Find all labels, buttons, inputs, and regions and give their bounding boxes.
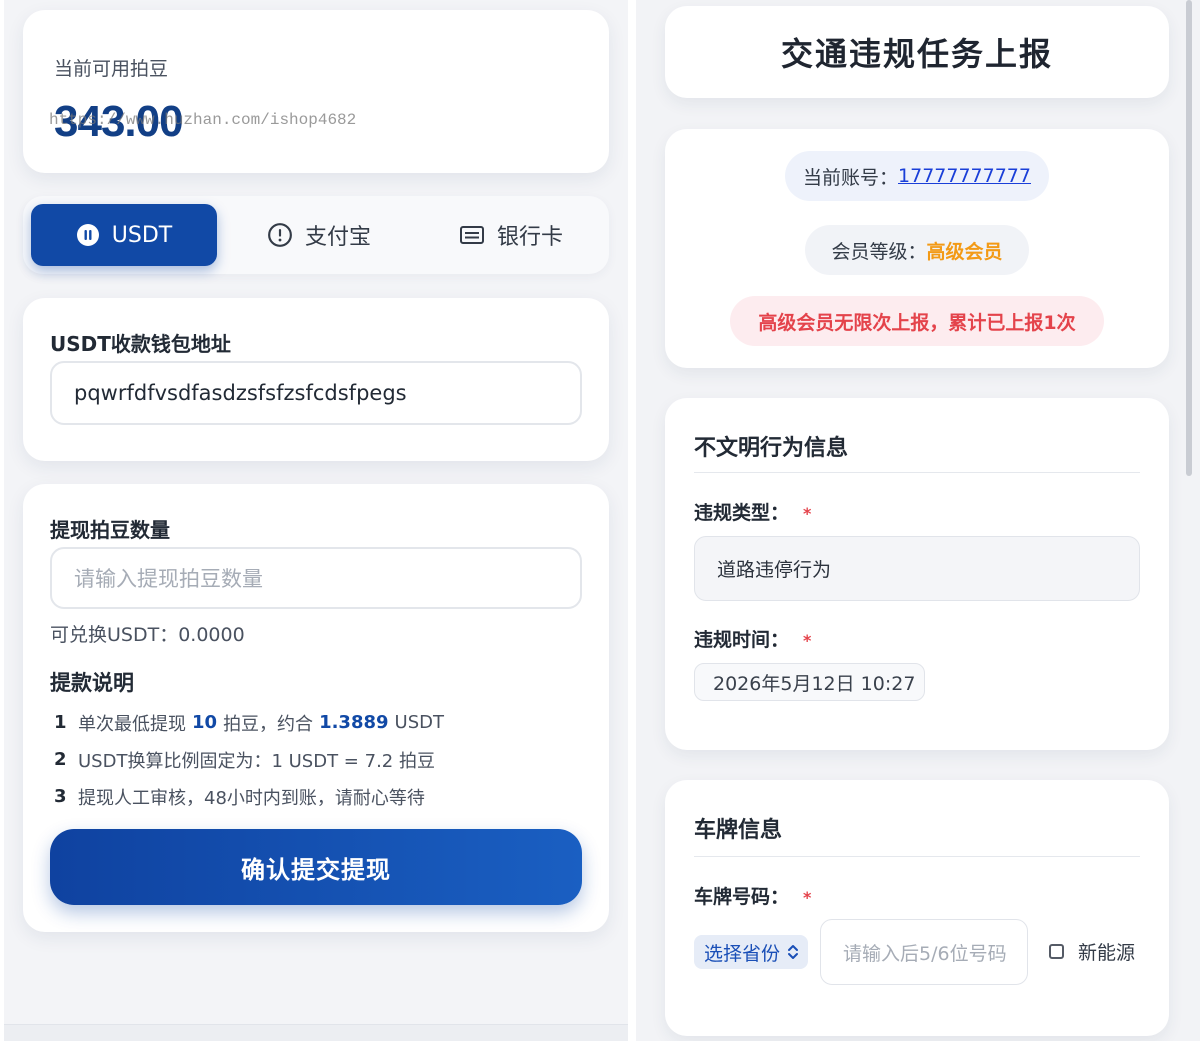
page-title: 交通违规任务上报 [780, 35, 1053, 73]
note-usdt-amount: 1.3889 [319, 712, 389, 733]
new-energy-checkbox[interactable]: 新能源 [1049, 938, 1135, 965]
violation-type-label: 违规类型： * [694, 498, 811, 525]
note-text: USDT [394, 712, 444, 733]
tab-alipay[interactable]: 支付宝 [226, 204, 412, 266]
note-number: 1 [54, 712, 67, 733]
withdraw-amount-input[interactable]: 请输入提现拍豆数量 [50, 547, 582, 609]
notes-list: 1 单次最低提现 10 拍豆，约合 1.3889 USDT 2 USDT换算比例… [54, 704, 594, 815]
alert-circle-icon [267, 222, 293, 248]
violation-type-select[interactable]: 道路违停行为 [694, 536, 1140, 601]
list-item: 2 USDT换算比例固定为：1 USDT = 7.2 拍豆 [54, 741, 594, 778]
province-select[interactable]: 选择省份 [694, 935, 808, 969]
exchange-amount-text: 可兑换USDT：0.0000 [50, 624, 245, 646]
tab-label: 支付宝 [304, 225, 371, 250]
list-item: 1 单次最低提现 10 拍豆，约合 1.3889 USDT [54, 704, 594, 741]
member-level-value: 高级会员 [926, 240, 1003, 263]
member-level-label: 会员等级： [831, 240, 927, 263]
payment-method-tabs: USDT 支付宝 银行卡 [23, 196, 609, 274]
tab-usdt[interactable]: USDT [31, 204, 217, 266]
divider [694, 856, 1140, 857]
required-mark: * [803, 888, 812, 907]
divider [694, 472, 1140, 473]
violation-type-label-text: 违规类型： [694, 502, 790, 524]
note-number: 3 [54, 786, 67, 807]
plate-number-label-text: 车牌号码： [694, 886, 790, 908]
notes-title: 提款说明 [50, 671, 134, 695]
withdraw-panel: 当前可用拍豆 343.00 https://www.huzhan.com/ish… [4, 0, 628, 1041]
title-card: 交通违规任务上报 [665, 6, 1169, 98]
chevron-up-down-icon [786, 941, 800, 963]
behavior-info-card: 不文明行为信息 违规类型： * 道路违停行为 违规时间： * 2026年5月12日 … [665, 398, 1169, 750]
plate-number-input[interactable]: 请输入后5/6位号码 [820, 919, 1028, 985]
required-mark: * [803, 631, 812, 650]
note-text: 提现人工审核，48小时内到账，请耐心等待 [78, 787, 425, 809]
note-number: 2 [54, 749, 67, 770]
behavior-section-title: 不文明行为信息 [694, 436, 849, 461]
wallet-address-input[interactable]: pqwrfdfvsdfasdzsfsfzsfcdsfpegs [50, 361, 582, 425]
checkbox-box[interactable] [1049, 944, 1064, 959]
submit-withdraw-button[interactable]: 确认提交提现 [50, 829, 582, 905]
wallet-address-card: USDT收款钱包地址 pqwrfdfvsdfasdzsfsfzsfcdsfpeg… [23, 298, 609, 461]
tab-bank-card[interactable]: 银行卡 [418, 204, 604, 266]
account-pill: 当前账号： 17777777777 [785, 151, 1049, 201]
balance-value: 343.00 [54, 97, 184, 146]
note-text: USDT换算比例固定为：1 USDT = 7.2 拍豆 [78, 750, 435, 772]
new-energy-label: 新能源 [1078, 942, 1136, 964]
list-item: 3 提现人工审核，48小时内到账，请耐心等待 [54, 778, 594, 815]
balance-label: 当前可用拍豆 [54, 58, 169, 80]
wallet-address-label: USDT收款钱包地址 [50, 332, 231, 356]
account-label: 当前账号： [803, 166, 899, 189]
report-panel: 交通违规任务上报 当前账号： 17777777777 会员等级： 高级会员 高级… [636, 0, 1200, 1041]
scrollbar[interactable] [1186, 0, 1192, 476]
required-mark: * [803, 504, 812, 523]
report-count-notice: 高级会员无限次上报，累计已上报1次 [730, 296, 1104, 346]
violation-time-label-text: 违规时间： [694, 629, 790, 651]
account-card: 当前账号： 17777777777 会员等级： 高级会员 高级会员无限次上报，累… [665, 129, 1169, 368]
pause-circle-icon [76, 223, 100, 247]
plate-number-label: 车牌号码： * [694, 882, 811, 909]
bottom-bar [4, 1024, 628, 1041]
violation-time-picker[interactable]: 2026年5月12日 10:27 [694, 663, 925, 701]
plate-info-card: 车牌信息 车牌号码： * 选择省份 请输入后5/6位号码 新能源 [665, 780, 1169, 1036]
note-text: 拍豆，约合 [223, 713, 314, 735]
card-icon [459, 224, 485, 246]
note-min-amount: 10 [192, 712, 218, 733]
member-level-pill: 会员等级： 高级会员 [805, 225, 1029, 275]
plate-section-title: 车牌信息 [694, 818, 783, 843]
tab-label: USDT [111, 222, 173, 248]
tab-label: 银行卡 [496, 225, 563, 250]
withdraw-amount-card: 提现拍豆数量 请输入提现拍豆数量 可兑换USDT：0.0000 提款说明 1 单… [23, 484, 609, 932]
note-text: 单次最低提现 [78, 713, 186, 735]
violation-time-label: 违规时间： * [694, 625, 811, 652]
balance-card: 当前可用拍豆 343.00 https://www.huzhan.com/ish… [23, 10, 609, 173]
province-select-value: 选择省份 [704, 942, 781, 965]
withdraw-amount-label: 提现拍豆数量 [50, 518, 170, 542]
account-number-link[interactable]: 17777777777 [898, 165, 1031, 187]
